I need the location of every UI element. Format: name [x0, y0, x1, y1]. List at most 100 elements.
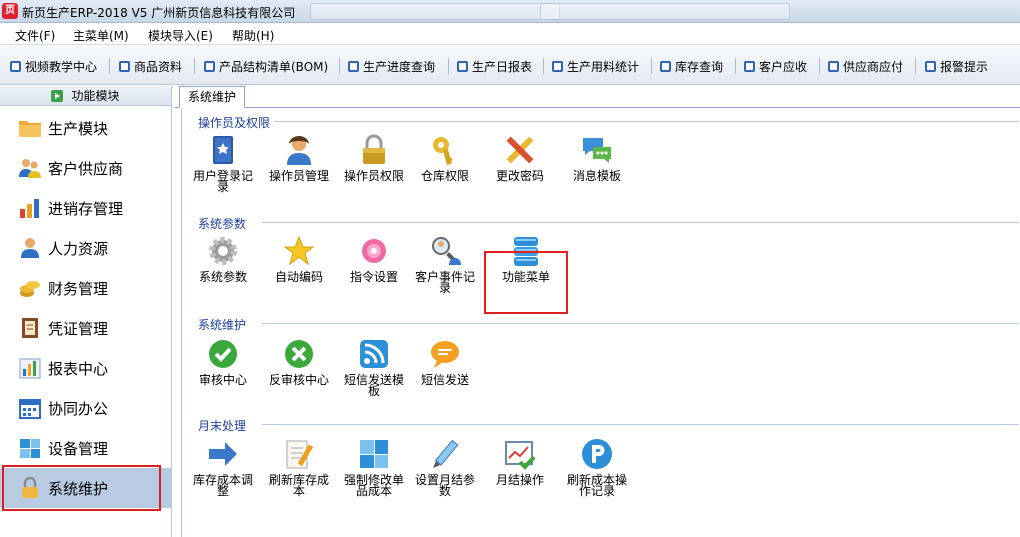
star-icon [283, 235, 315, 266]
toolbar-material-stats[interactable]: 生产用料统计 [552, 57, 639, 75]
toolbar-label: 生产进度查询 [363, 59, 436, 74]
customer-event-log-button[interactable]: 客户事件记录 [412, 235, 478, 294]
toolbar-production-progress[interactable]: 生产进度查询 [348, 57, 435, 75]
sidebar-item-label: 生产模块 [48, 119, 109, 138]
sidebar-item-collaboration[interactable]: 协同办公 [0, 388, 171, 428]
user-icon [287, 136, 311, 165]
sidebar: 功能模块 生产模块 客户供应商 进销存管理 人力资源 财务管理 凭证管理 报表中… [0, 86, 172, 537]
toolbar-daily-report[interactable]: 生产日报表 [457, 57, 532, 75]
command-settings-button[interactable]: 指令设置 [341, 235, 407, 283]
month-end-params-button[interactable]: 设置月结参数 [412, 438, 478, 497]
checkbox-icon [119, 60, 130, 72]
checkbox-icon [348, 60, 359, 72]
toolbar-separator [109, 58, 110, 74]
menu-file[interactable]: 文件(F) [15, 27, 55, 44]
sidebar-item-label: 人力资源 [48, 239, 109, 258]
sidebar-header: 功能模块 [0, 86, 171, 106]
sidebar-item-finance[interactable]: 财务管理 [0, 268, 171, 308]
warehouse-permissions-button[interactable]: 仓库权限 [412, 134, 478, 182]
item-label: 系统参数 [198, 270, 247, 284]
message-template-button[interactable]: 消息模板 [564, 134, 630, 182]
rss-icon [360, 340, 388, 368]
audit-center-button[interactable]: 审核中心 [190, 338, 256, 386]
item-label: 反审核中心 [268, 373, 329, 387]
toolbar-receivables[interactable]: 客户应收 [744, 57, 807, 75]
notepad-pencil-icon [286, 440, 314, 469]
toolbar-product-info[interactable]: 商品资料 [119, 57, 182, 75]
sidebar-item-vouchers[interactable]: 凭证管理 [0, 308, 171, 348]
toolbar-label: 商品资料 [134, 59, 183, 74]
sidebar-item-label: 客户供应商 [48, 159, 124, 178]
sidebar-item-label: 报表中心 [48, 359, 109, 378]
pencil-ruler-icon [506, 136, 534, 164]
system-params-button[interactable]: 系统参数 [190, 235, 256, 283]
checkbox-icon [552, 60, 563, 72]
sidebar-item-label: 凭证管理 [48, 319, 109, 338]
sidebar-item-label: 协同办公 [48, 399, 109, 418]
toolbar-inventory-query[interactable]: 库存查询 [660, 57, 723, 75]
operator-permissions-button[interactable]: 操作员权限 [341, 134, 407, 182]
month-end-close-button[interactable]: 月结操作 [487, 438, 553, 486]
menu-main[interactable]: 主菜单(M) [73, 27, 129, 44]
check-circle-icon [209, 340, 237, 368]
tiles-icon [20, 439, 40, 458]
toolbar-separator [543, 58, 544, 74]
force-modify-unit-cost-button[interactable]: 强制修改单品成本 [341, 438, 407, 497]
play-icon [51, 89, 64, 102]
item-label: 刷新成本操作记录 [566, 473, 627, 498]
flower-icon [362, 239, 386, 263]
sidebar-item-production[interactable]: 生产模块 [0, 108, 171, 148]
item-label: 审核中心 [198, 373, 247, 387]
checkbox-icon [457, 60, 468, 72]
change-password-button[interactable]: 更改密码 [487, 134, 553, 182]
sidebar-item-reports[interactable]: 报表中心 [0, 348, 171, 388]
background-window-tab[interactable] [540, 3, 790, 20]
refresh-inventory-cost-button[interactable]: 刷新库存成本 [266, 438, 332, 497]
user-login-log-button[interactable]: 用户登录记录 [190, 134, 256, 193]
sidebar-item-customers-suppliers[interactable]: 客户供应商 [0, 148, 171, 188]
item-label: 操作员管理 [268, 169, 329, 183]
reverse-audit-center-button[interactable]: 反审核中心 [266, 338, 332, 386]
toolbar-label: 供应商应付 [843, 59, 904, 74]
refresh-cost-log-button[interactable]: 刷新成本操作记录 [564, 438, 630, 497]
sms-send-button[interactable]: 短信发送 [412, 338, 478, 386]
toolbar-label: 报警提示 [940, 59, 989, 74]
window-title: 新页生产ERP-2018 V5 广州新页信息科技有限公司 [22, 6, 296, 20]
toolbar-label: 视频教学中心 [25, 59, 98, 74]
gear-icon [209, 237, 237, 265]
toolbar-label: 客户应收 [759, 59, 808, 74]
selection-highlight-box [2, 465, 161, 511]
menu-module-import[interactable]: 模块导入(E) [148, 27, 213, 44]
item-label: 短信发送 [420, 373, 469, 387]
toolbar-payables[interactable]: 供应商应付 [828, 57, 903, 75]
item-label: 消息模板 [572, 169, 621, 183]
inventory-cost-adjust-button[interactable]: 库存成本调整 [190, 438, 256, 497]
toolbar-separator [735, 58, 736, 74]
key-icon [433, 137, 452, 166]
sidebar-title: 功能模块 [71, 89, 120, 103]
toolbar-label: 生产用料统计 [567, 59, 640, 74]
toolbar-separator [194, 58, 195, 74]
menu-help[interactable]: 帮助(H) [232, 27, 274, 44]
sidebar-item-label: 进销存管理 [48, 199, 124, 218]
book-icon [213, 136, 233, 164]
auto-coding-button[interactable]: 自动编码 [266, 235, 332, 283]
sms-template-button[interactable]: 短信发送模板 [341, 338, 407, 397]
operator-management-button[interactable]: 操作员管理 [266, 134, 332, 182]
person-icon [21, 238, 39, 258]
sidebar-item-inventory[interactable]: 进销存管理 [0, 188, 171, 228]
app-logo-icon: 页 [2, 3, 18, 19]
group-title-operators: 操作员及权限 [198, 116, 271, 130]
toolbar-video-tutorial[interactable]: 视频教学中心 [10, 57, 97, 75]
toolbar-label: 产品结构清单(BOM) [219, 59, 329, 74]
people-icon [19, 159, 41, 178]
report-icon [19, 358, 41, 379]
tab-bar: 系统维护 [175, 86, 1020, 108]
sidebar-item-equipment[interactable]: 设备管理 [0, 428, 171, 468]
checkbox-icon [925, 60, 936, 72]
tab-system-maintenance[interactable]: 系统维护 [179, 86, 246, 108]
toolbar-bom[interactable]: 产品结构清单(BOM) [204, 57, 328, 75]
sidebar-item-hr[interactable]: 人力资源 [0, 228, 171, 268]
toolbar-alerts[interactable]: 报警提示 [925, 57, 988, 75]
background-window-tab[interactable] [310, 3, 560, 20]
